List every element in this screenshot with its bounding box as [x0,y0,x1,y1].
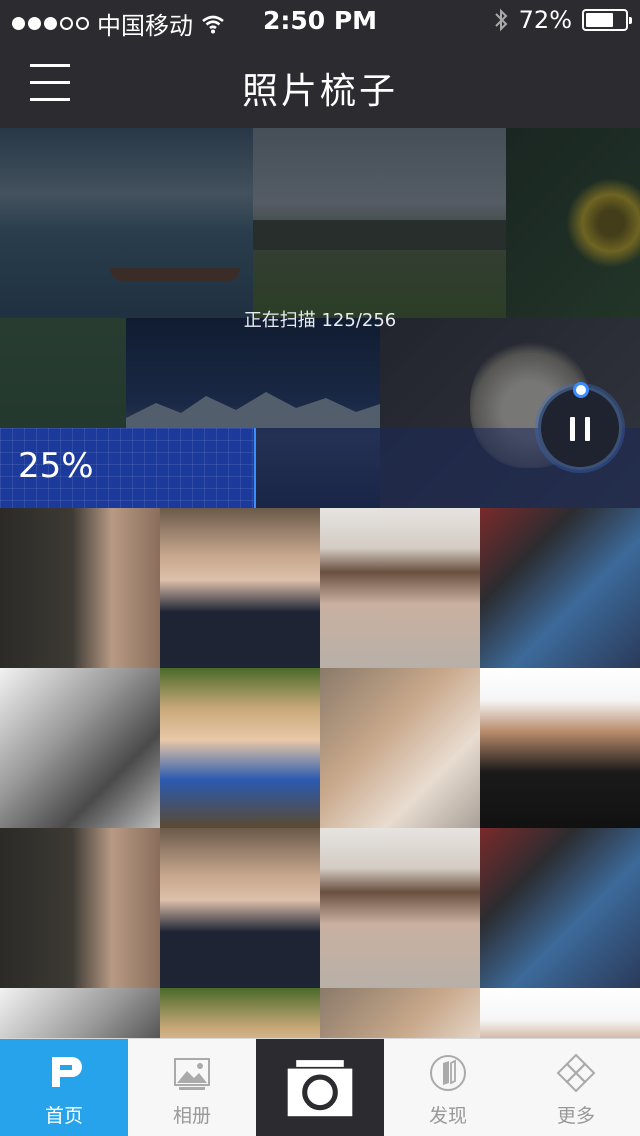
photo-grid [0,508,640,1038]
nav-bar: 照片梳子 [0,40,640,128]
photo-thumbnail[interactable] [0,508,160,668]
photo-thumbnail[interactable] [0,828,160,988]
photo-thumbnail[interactable] [320,988,480,1038]
tab-discover[interactable]: 发现 [384,1039,512,1136]
status-right: 72% [493,6,632,34]
pause-button[interactable] [538,386,622,470]
photo-thumbnail[interactable] [160,508,320,668]
photo-thumbnail[interactable] [0,988,160,1038]
home-p-icon [52,1057,82,1087]
pause-icon [570,417,575,441]
tab-more-label: 更多 [556,1105,595,1127]
photo-thumbnail[interactable] [160,828,320,988]
progress-percent: 25% [18,446,94,486]
tab-album[interactable]: 相册 [128,1039,256,1136]
photo-thumbnail[interactable] [320,828,480,988]
photo-thumbnail[interactable] [0,668,160,828]
tab-discover-label: 发现 [428,1105,467,1127]
photo-thumbnail[interactable] [320,668,480,828]
scan-banner: 正在扫描 125/256 25% [0,128,640,508]
album-icon [174,1058,210,1090]
battery-percent: 72% [518,6,572,34]
camera-icon [287,1060,353,1117]
tab-bar: 首页 相册 发现 更多 [0,1038,640,1136]
page-title: 照片梳子 [241,71,398,112]
tab-home-label: 首页 [44,1105,83,1127]
photo-thumbnail[interactable] [480,828,640,988]
scan-status-text: 正在扫描 125/256 [243,310,397,331]
battery-fill [586,13,613,27]
battery-icon [582,9,632,31]
pause-knob [573,382,589,398]
bluetooth-icon [494,8,508,32]
photo-thumbnail[interactable] [320,508,480,668]
discover-icon [430,1055,466,1091]
photo-thumbnail[interactable] [160,668,320,828]
photo-thumbnail[interactable] [480,668,640,828]
tab-home[interactable]: 首页 [0,1039,128,1136]
more-icon [556,1053,596,1093]
status-bar: 中国移动 2:50 PM 72% [0,0,640,40]
photo-thumbnail[interactable] [480,988,640,1038]
photo-thumbnail[interactable] [160,988,320,1038]
photo-thumbnail[interactable] [480,508,640,668]
tab-camera[interactable] [256,1039,384,1136]
pause-icon-bar [585,417,590,441]
tab-album-label: 相册 [172,1105,211,1127]
tab-more[interactable]: 更多 [512,1039,640,1136]
